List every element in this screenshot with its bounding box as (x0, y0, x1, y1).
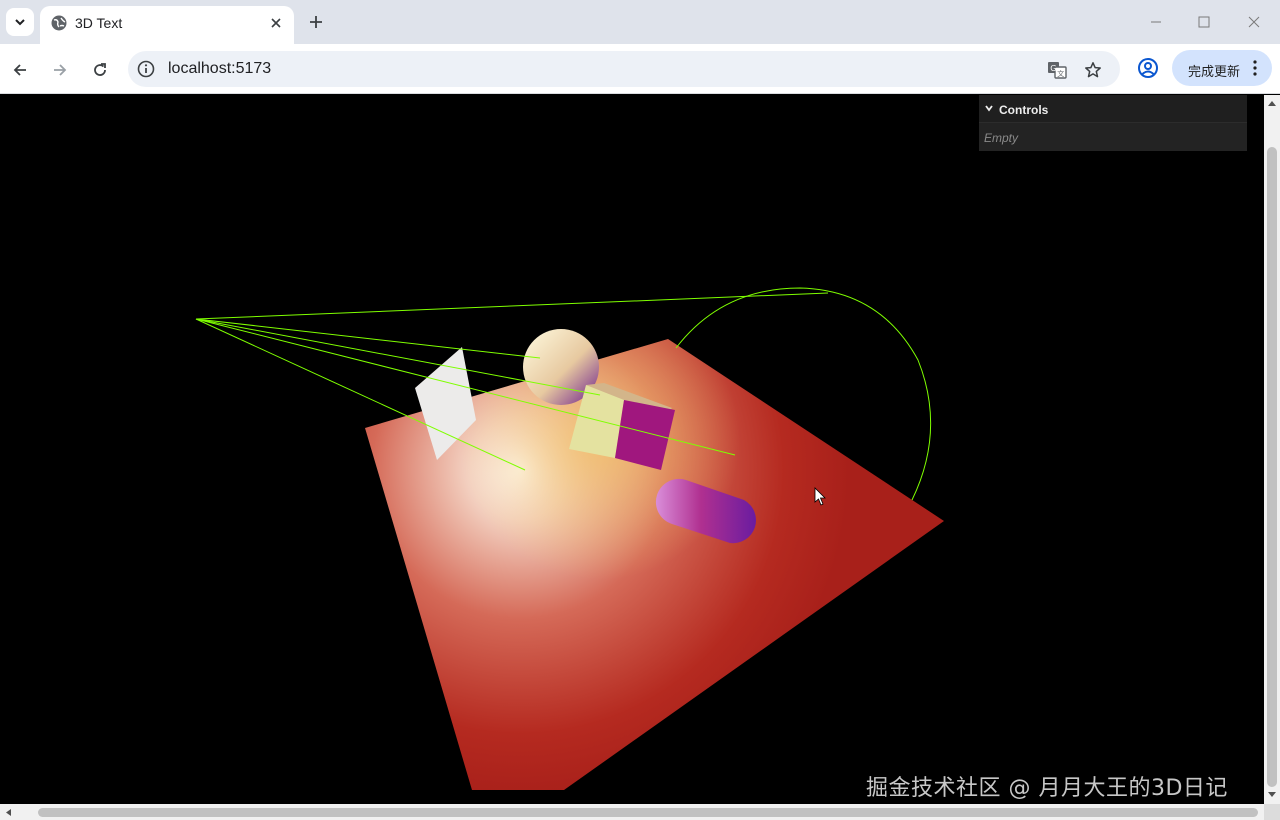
update-button[interactable]: 完成更新 (1172, 50, 1272, 86)
controls-panel: Controls Empty (979, 95, 1247, 151)
new-tab-button[interactable] (304, 10, 328, 34)
vertical-scroll-thumb[interactable] (1267, 147, 1277, 787)
close-window-button[interactable] (1242, 10, 1266, 34)
translate-icon: G文 (1048, 62, 1067, 79)
url-text[interactable]: localhost:5173 (168, 60, 271, 78)
minimize-icon (1151, 21, 1161, 23)
scroll-up-arrow-icon[interactable] (1267, 99, 1277, 107)
bookmark-button[interactable] (1082, 59, 1104, 81)
chevron-down-icon (985, 105, 993, 112)
back-button[interactable] (6, 56, 34, 84)
horizontal-scrollbar[interactable] (0, 804, 1264, 820)
forward-icon (54, 64, 67, 76)
reload-button[interactable] (86, 56, 114, 84)
back-icon (13, 64, 26, 76)
browser-tab[interactable]: 3D Text (40, 6, 294, 44)
tab-title: 3D Text (75, 15, 123, 31)
controls-panel-title: Controls (999, 103, 1049, 117)
more-vertical-icon (1253, 60, 1257, 76)
close-icon (1248, 16, 1260, 28)
translate-button[interactable]: G文 (1046, 59, 1068, 81)
info-icon[interactable] (136, 59, 156, 79)
maximize-icon (1198, 16, 1210, 28)
webgl-canvas[interactable]: Controls Empty 掘金技术社区 @ 月月大王的3D日记 (0, 95, 1264, 804)
globe-icon (51, 15, 67, 31)
controls-panel-header[interactable]: Controls (979, 95, 1247, 123)
scrollbar-corner (1264, 804, 1280, 820)
browser-toolbar: localhost:5173 G文 完成更新 (0, 44, 1280, 94)
horizontal-scroll-thumb[interactable] (38, 808, 1258, 817)
address-bar[interactable]: localhost:5173 G文 (128, 51, 1120, 87)
maximize-button[interactable] (1192, 10, 1216, 34)
tab-strip: 3D Text (0, 0, 1280, 44)
controls-empty-label: Empty (979, 123, 1247, 151)
update-button-label: 完成更新 (1188, 64, 1241, 79)
close-icon (271, 18, 281, 28)
watermark-text: 掘金技术社区 @ 月月大王的3D日记 (866, 776, 1228, 801)
chevron-down-icon (15, 19, 25, 26)
plus-icon (310, 16, 322, 28)
forward-button[interactable] (46, 56, 74, 84)
svg-text:文: 文 (1057, 69, 1064, 78)
tab-search-button[interactable] (6, 8, 34, 36)
scroll-left-arrow-icon[interactable] (4, 808, 12, 817)
minimize-button[interactable] (1144, 10, 1168, 34)
star-icon (1085, 62, 1101, 78)
profile-icon[interactable] (1136, 56, 1160, 80)
reload-icon (94, 63, 106, 76)
svg-text:G: G (1050, 64, 1056, 73)
scene-render (195, 287, 944, 790)
close-tab-button[interactable] (266, 13, 286, 33)
scroll-down-arrow-icon[interactable] (1267, 791, 1277, 799)
vertical-scrollbar[interactable] (1264, 95, 1280, 804)
